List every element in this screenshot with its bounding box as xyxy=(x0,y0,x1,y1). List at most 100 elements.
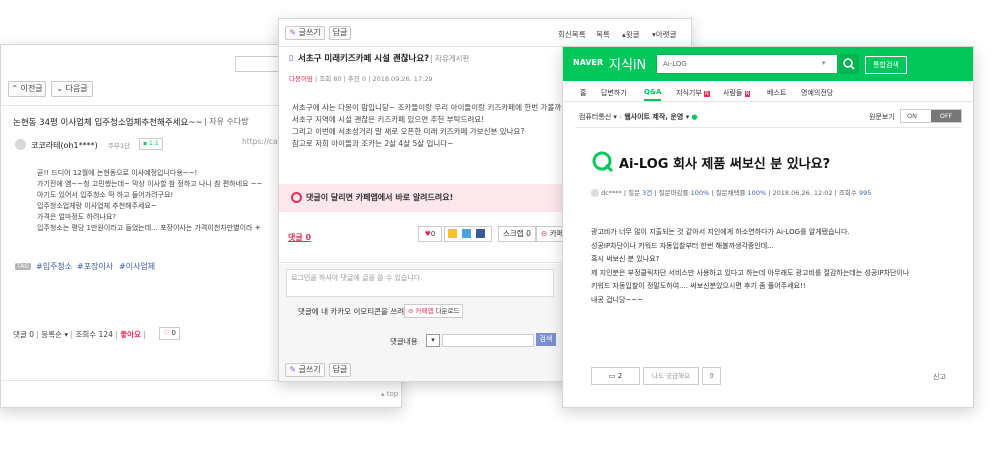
post-body: 곧!! 드디어 12월에 논현동으로 이사예정입니다용~~! 가기전에 옘~~청… xyxy=(37,169,263,232)
mobile-icon: ▯ xyxy=(289,53,294,62)
kakao-share-icon[interactable] xyxy=(448,229,457,238)
question-title: Ai-LOG 회사 제품 써보신 분 있나요? xyxy=(619,157,831,172)
prev-post-link[interactable]: ▴윗글 xyxy=(622,29,640,40)
cafe-app-icon: ⊖ xyxy=(541,229,548,238)
twitter-share-icon[interactable] xyxy=(462,229,471,238)
search-scope-dropdown[interactable]: ▾ xyxy=(426,334,440,347)
alert-text: 댓글이 달리면 카페앱에서 바로 알려드려요! xyxy=(306,193,454,202)
tag-icon: TAG xyxy=(15,263,31,270)
divider xyxy=(575,127,961,128)
chevron-down-icon: ▾ xyxy=(431,336,435,344)
comment-search-button[interactable]: 검색 xyxy=(536,333,556,346)
search-icon-button[interactable] xyxy=(839,54,859,74)
chevron-down-icon[interactable]: ▾ xyxy=(822,59,826,67)
search-icon xyxy=(843,58,855,70)
nav-home[interactable]: 홈 xyxy=(580,88,586,98)
chat-button[interactable]: ▪ 1:1 xyxy=(139,138,163,150)
search-scope-label: 댓글내용 xyxy=(390,337,418,346)
member-badge: 주부1단 xyxy=(108,142,131,150)
nav-people[interactable]: 사람들 N xyxy=(723,88,751,98)
new-badge: N xyxy=(704,91,710,97)
nav-best[interactable]: 베스트 xyxy=(767,88,786,98)
cafe-app-icon: ⊖ xyxy=(408,307,414,315)
original-view-toggle[interactable]: ON OFF xyxy=(900,109,962,123)
question-meta: dc**** | 질문 3건 | 질문마감률 100% | 질문채택률 100%… xyxy=(591,187,871,197)
prev-post-button[interactable]: ⌃ 이전글 xyxy=(8,81,46,97)
scroll-top-link[interactable]: ▴ top xyxy=(381,390,398,398)
post-meta: 다몽이맘 | 조회 80 | 추천 0 | 2018.09.26. 17:29 xyxy=(289,75,433,83)
like-button[interactable]: ♡ 0 xyxy=(159,327,180,340)
question-q-icon xyxy=(591,150,615,174)
tag-link[interactable]: #이사업체 xyxy=(119,261,155,272)
breadcrumb-subcategory[interactable]: 웹사이트 제작, 운영 ▾ xyxy=(624,113,689,121)
question-body: 광고비가 너무 많이 지출되는 것 같아서 지인에게 하소연하다가 Ai-LOG… xyxy=(591,228,910,304)
jisikin-logo[interactable]: 지식iN xyxy=(609,54,646,73)
facebook-share-icon[interactable] xyxy=(476,229,485,238)
like-button[interactable]: ♥0 xyxy=(418,226,442,242)
comment-input[interactable]: 로그인을 하셔야 댓글에 글을 쓸 수 있습니다. xyxy=(286,269,554,297)
speech-bubble-icon: ▭ xyxy=(608,372,616,380)
search-box: Ai-LOG ▾ xyxy=(656,54,838,74)
answer-count-button[interactable]: ▭ 2 xyxy=(591,367,640,385)
integrated-search-button[interactable]: 통합검색 xyxy=(865,56,907,74)
bottom-reply-button[interactable]: 답글 xyxy=(329,363,351,377)
author-name[interactable]: 코코라테(oh1****) xyxy=(31,140,98,151)
scrap-button[interactable]: 스크랩 0 xyxy=(498,226,536,242)
triangle-up-icon: ▴ xyxy=(381,390,385,398)
post-stats: 댓글 0 | 등록순 ▾ | 조회수 124 | 좋아요 | xyxy=(13,330,146,339)
post-title: 서초구 미래키즈카페 시설 괜찮나요? xyxy=(298,54,430,64)
tag-link[interactable]: #입주청소 xyxy=(36,261,72,272)
bottom-write-button[interactable]: ✎ 글쓰기 xyxy=(285,363,325,377)
share-button[interactable]: ⇧ xyxy=(702,367,721,385)
toggle-on[interactable]: ON xyxy=(907,112,917,120)
tag-link[interactable]: #포장이사 xyxy=(77,261,113,272)
like-label[interactable]: 좋아요 xyxy=(120,330,141,339)
nav-bar: 홈 답변하기 Q&A 지식기부 N 사람들 N 베스트 명예의전당 xyxy=(563,81,973,102)
comment-search-input[interactable] xyxy=(442,334,534,347)
pencil-icon: ✎ xyxy=(289,28,297,37)
report-link[interactable]: 신고 xyxy=(933,372,946,382)
reply-button[interactable]: 답글 xyxy=(329,26,351,40)
comment-count[interactable]: 댓글 0 xyxy=(288,232,311,243)
naver-header: NAVER 지식iN Ai-LOG ▾ 통합검색 xyxy=(563,47,973,81)
pencil-icon: ✎ xyxy=(289,365,297,374)
views-count: 조회수 124 xyxy=(75,330,113,339)
cafe-app-icon xyxy=(291,192,302,203)
search-input[interactable]: Ai-LOG xyxy=(663,60,687,68)
write-button[interactable]: ✎ 글쓰기 xyxy=(285,26,325,40)
curious-button[interactable]: 나도 궁금해요 xyxy=(643,367,699,385)
chat-icon: ▪ xyxy=(143,140,148,147)
kakao-emoticon-text: 댓글에 내 카카오 이모티콘을 쓰려면? xyxy=(298,307,416,316)
original-view-label: 원문보기 xyxy=(869,113,895,121)
heart-icon: ♡ xyxy=(163,329,170,337)
cafe-app-download-button[interactable]: ⊖ 카페앱 다운로드 xyxy=(404,304,464,318)
avatar xyxy=(15,139,26,150)
chevron-down-icon: ⌄ xyxy=(56,84,64,93)
board-name: | 자유 수다방 xyxy=(204,117,249,126)
asker-id[interactable]: dc**** xyxy=(601,189,622,197)
board-name: | 자유게시판 xyxy=(430,54,470,63)
breadcrumb-category[interactable]: 컴퓨터통신 ▾ xyxy=(579,113,617,121)
nav-qna[interactable]: Q&A xyxy=(644,88,662,101)
reply-list-link[interactable]: 회신목록 xyxy=(558,29,586,40)
next-post-button[interactable]: ⌄ 다음글 xyxy=(51,81,93,97)
post-title: 논현동 34평 이사업체 입주청소업체추천해주세요~~ xyxy=(13,118,203,128)
nav-hall-of-fame[interactable]: 명예의전당 xyxy=(801,88,833,98)
share-buttons xyxy=(444,226,492,242)
author-name[interactable]: 다몽이맘 xyxy=(289,75,313,83)
nav-answer[interactable]: 답변하기 xyxy=(601,88,627,98)
new-badge: N xyxy=(744,91,751,97)
naver-logo[interactable]: NAVER xyxy=(573,58,603,67)
next-post-link[interactable]: ▾아랫글 xyxy=(652,29,676,40)
comment-count[interactable]: 댓글 0 xyxy=(13,330,34,339)
chevron-up-icon: ⌃ xyxy=(11,84,19,93)
sort-dropdown[interactable]: 등록순 ▾ xyxy=(41,330,68,339)
share-icon: ⇧ xyxy=(708,372,715,380)
dot-icon: ● xyxy=(691,113,698,121)
post-body: 서초구에 사는 다몽이 맘입니당~ 조카들이랑 우리 아이들이랑 키즈카페에 한… xyxy=(292,103,570,148)
jisikin-question-window: NAVER 지식iN Ai-LOG ▾ 통합검색 홈 답변하기 Q&A 지식기부… xyxy=(562,46,974,408)
user-icon xyxy=(591,189,599,197)
list-link[interactable]: 목록 xyxy=(596,29,610,40)
nav-donation[interactable]: 지식기부 N xyxy=(676,88,710,98)
toggle-off[interactable]: OFF xyxy=(931,110,961,122)
